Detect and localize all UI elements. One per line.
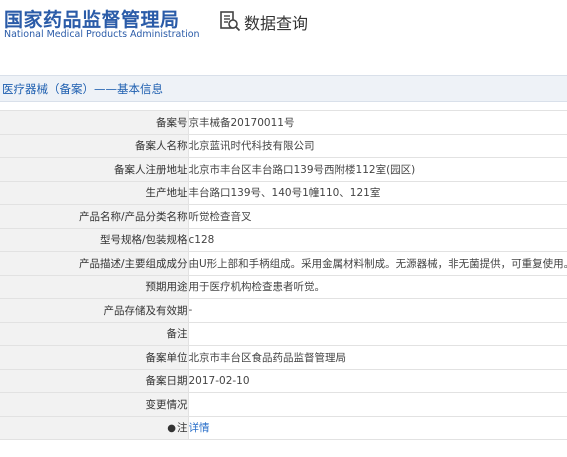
site-logo-title[interactable]: 国家药品监督管理局 (4, 5, 180, 32)
row-value: c128 (187, 228, 567, 252)
row-label: 变更情况 (0, 392, 188, 417)
table-row: 备注 (0, 322, 567, 346)
row-value: 北京市丰台区丰台路口139号西附楼112室(园区) (187, 157, 567, 182)
row-label: 备案号 (0, 110, 188, 135)
row-value: 听觉检查音叉 (187, 204, 567, 229)
row-label: 备案人注册地址 (0, 157, 188, 182)
table-row: 产品描述/主要组成成分 由U形上部和手柄组成。采用金属材料制成。无源器械，非无菌… (0, 251, 567, 276)
table-row: 生产地址 丰台路口139号、140号1幢110、121室 (0, 181, 567, 205)
record-detail-table: 备案号 京丰械备20170011号 备案人名称 北京蓝讯时代科技有限公司 备案人… (0, 110, 567, 440)
table-row: ●注 详情 (0, 416, 567, 440)
details-link[interactable]: 详情 (189, 422, 210, 434)
row-value (187, 322, 567, 346)
row-label: 预期用途 (0, 275, 188, 299)
table-row: 产品存储及有效期 - (0, 298, 567, 323)
row-label: 型号规格/包装规格 (0, 228, 188, 252)
row-label: 备案单位 (0, 345, 188, 370)
table-row: 备案单位 北京市丰台区食品药品监督管理局 (0, 345, 567, 370)
row-value: 用于医疗机构检查患者听觉。 (187, 275, 567, 299)
row-label: 备案日期 (0, 369, 188, 393)
bulb-icon: ● (167, 423, 176, 435)
row-label: 产品存储及有效期 (0, 298, 188, 323)
site-header: 国家药品监督管理局 National Medical Products Admi… (0, 0, 567, 70)
row-label: 备注 (0, 322, 188, 346)
table-row: 备案人注册地址 北京市丰台区丰台路口139号西附楼112室(园区) (0, 157, 567, 182)
section-title: 医疗器械（备案）——基本信息 (2, 82, 163, 96)
table-row: 产品名称/产品分类名称 听觉检查音叉 (0, 204, 567, 229)
table-row: 备案号 京丰械备20170011号 (0, 110, 567, 135)
table-row: 备案日期 2017-02-10 (0, 369, 567, 393)
row-label: 生产地址 (0, 181, 188, 205)
row-value: 详情 (187, 416, 567, 440)
row-value: 京丰械备20170011号 (187, 110, 567, 135)
row-label: 注 (177, 422, 188, 435)
row-value (187, 392, 567, 417)
table-row: 变更情况 (0, 392, 567, 417)
row-value: 北京市丰台区食品药品监督管理局 (187, 345, 567, 370)
row-value: - (187, 298, 567, 323)
site-logo-subtitle[interactable]: National Medical Products Administration (4, 29, 200, 40)
row-label: 产品描述/主要组成成分 (0, 251, 188, 276)
row-label: 备案人名称 (0, 134, 188, 158)
table-row: 型号规格/包装规格 c128 (0, 228, 567, 252)
note-row-label: ●注 (0, 416, 188, 440)
search-document-icon (220, 11, 241, 32)
table-row: 备案人名称 北京蓝讯时代科技有限公司 (0, 134, 567, 158)
row-value: 2017-02-10 (187, 369, 567, 393)
row-value: 由U形上部和手柄组成。采用金属材料制成。无源器械，非无菌提供，可重复使用。 (187, 251, 567, 276)
row-label: 产品名称/产品分类名称 (0, 204, 188, 229)
data-query-title: 数据查询 (244, 14, 309, 33)
table-row: 预期用途 用于医疗机构检查患者听觉。 (0, 275, 567, 299)
section-header: 医疗器械（备案）——基本信息 (0, 75, 567, 102)
row-value: 丰台路口139号、140号1幢110、121室 (187, 181, 567, 205)
row-value: 北京蓝讯时代科技有限公司 (187, 134, 567, 158)
